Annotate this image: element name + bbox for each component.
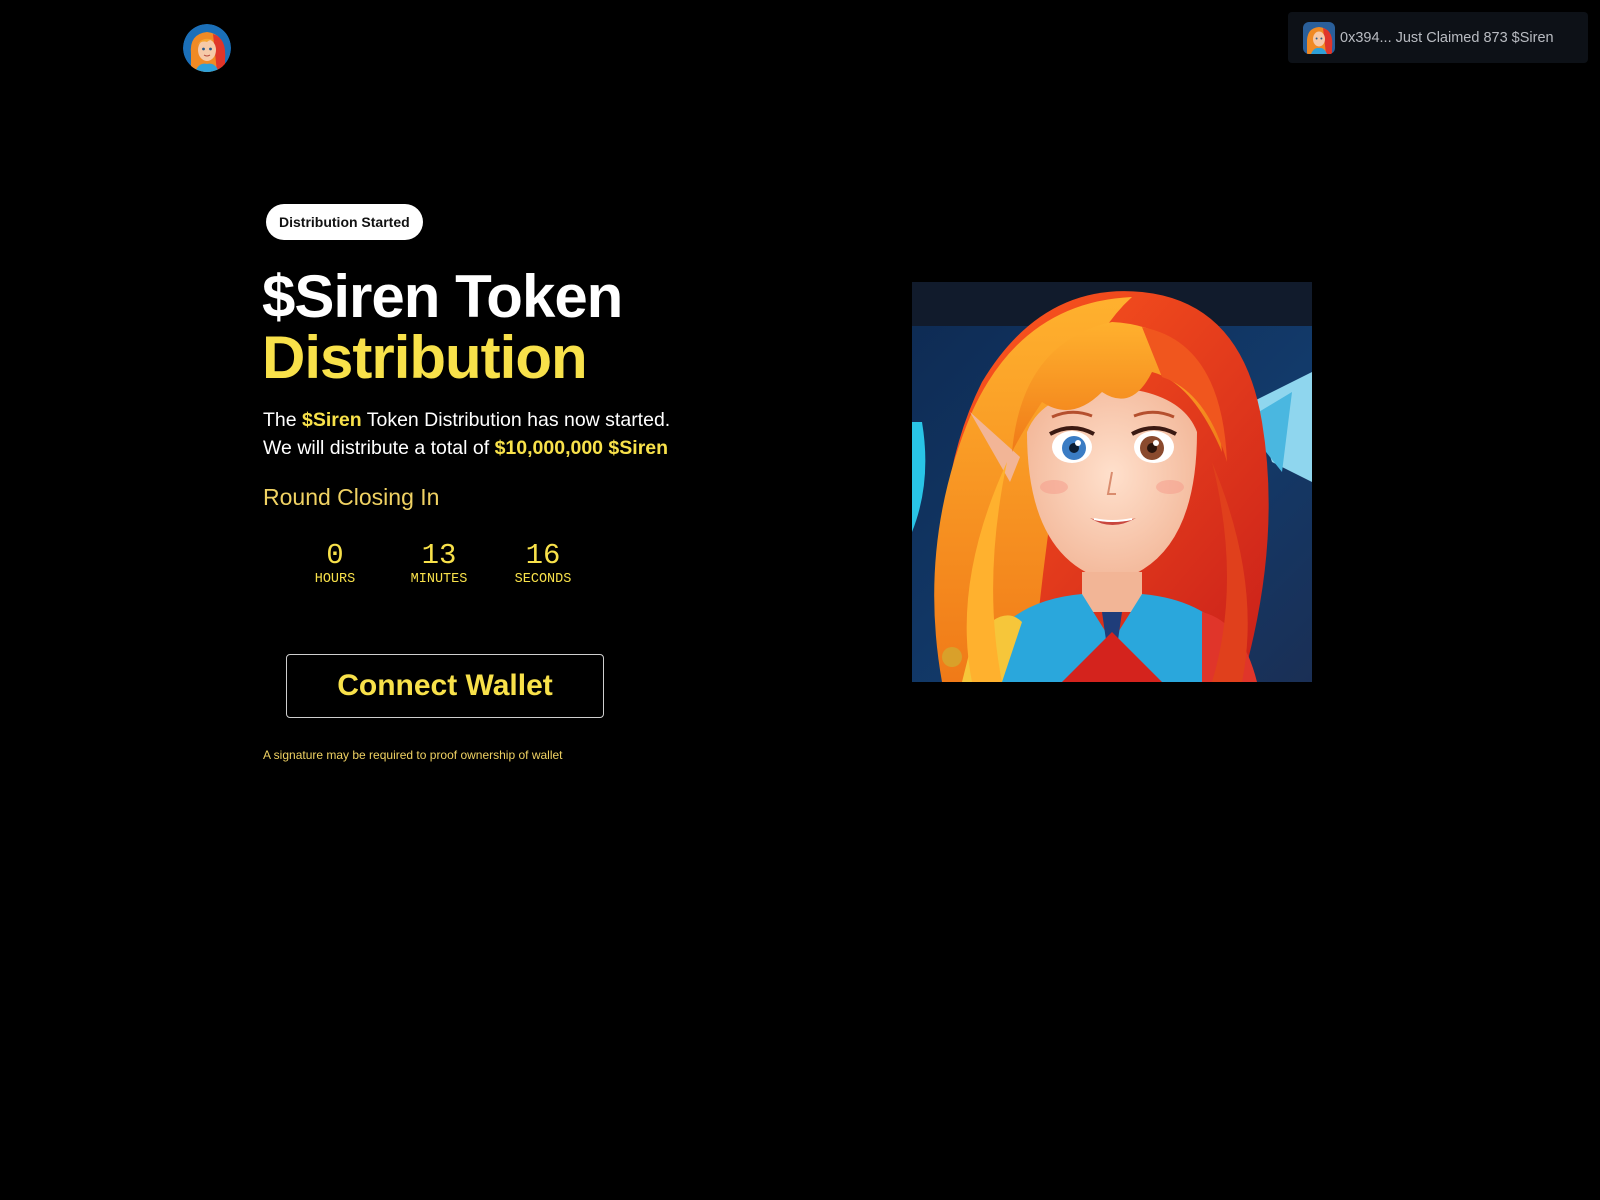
countdown-hours: 0 HOURS xyxy=(283,540,387,588)
countdown-timer: 0 HOURS 13 MINUTES 16 SECONDS xyxy=(283,540,595,588)
countdown-label: HOURS xyxy=(314,572,356,587)
siren-avatar-icon xyxy=(183,24,231,72)
desc-1-highlight: $Siren xyxy=(302,409,362,431)
page: 0x394... Just Claimed 873 $Siren Distrib… xyxy=(0,0,1600,1200)
toast-avatar xyxy=(1303,21,1335,54)
description-line-1: The $Siren Token Distribution has now st… xyxy=(263,406,670,434)
claim-toast: 0x394... Just Claimed 873 $Siren xyxy=(1288,12,1588,63)
desc-1-post: Token Distribution has now started. xyxy=(361,409,671,431)
siren-character-illustration xyxy=(912,282,1312,682)
desc-2-pre: We will distribute a total of xyxy=(263,437,495,459)
round-closing-label: Round Closing In xyxy=(263,484,440,510)
countdown-value: 16 xyxy=(525,539,561,572)
countdown-value: 13 xyxy=(421,539,457,572)
siren-avatar-icon xyxy=(1303,21,1335,54)
connect-wallet-button[interactable]: Connect Wallet xyxy=(286,654,604,718)
countdown-seconds: 16 SECONDS xyxy=(491,540,595,588)
desc-2-highlight: $10,000,000 $Siren xyxy=(494,437,669,459)
countdown-value: 0 xyxy=(326,539,344,572)
siren-character-image xyxy=(912,282,1312,682)
description-line-2: We will distribute a total of $10,000,00… xyxy=(263,434,670,462)
title-line-2: Distribution xyxy=(262,324,588,391)
countdown-minutes: 13 MINUTES xyxy=(387,540,491,588)
desc-1-pre: The xyxy=(263,409,303,431)
toast-message: 0x394... Just Claimed 873 $Siren xyxy=(1340,29,1554,46)
signature-note: A signature may be required to proof own… xyxy=(263,748,563,762)
countdown-label: MINUTES xyxy=(410,572,468,587)
title-line-1: $Siren Token xyxy=(262,263,623,330)
page-title: $Siren Token Distribution xyxy=(262,263,623,391)
siren-logo-icon[interactable] xyxy=(183,24,231,72)
countdown-label: SECONDS xyxy=(514,572,572,587)
status-badge: Distribution Started xyxy=(266,204,423,240)
hero-description: The $Siren Token Distribution has now st… xyxy=(263,406,670,462)
